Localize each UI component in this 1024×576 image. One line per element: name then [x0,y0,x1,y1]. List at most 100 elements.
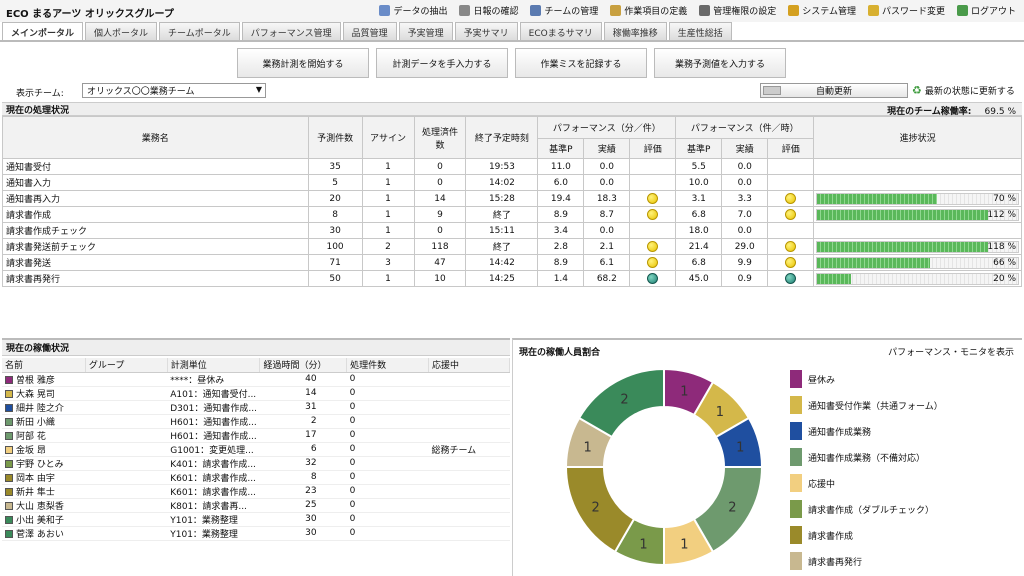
operator-group [85,386,168,401]
operator-name-text: 大山 恵梨香 [16,501,64,512]
operator-row[interactable]: 小出 美和子 Y101：業務整理 30 0 [2,512,510,527]
legend-label: 請求書作成 [808,531,854,542]
eval-hour [767,174,815,191]
auto-update-toggle[interactable]: 自動更新 [760,83,908,98]
team-select-value: オリックス〇〇業務チーム [87,87,195,97]
menu-item-3[interactable]: 作業項目の定義 [610,4,687,17]
operators-title: 現在の稼働状況 [6,344,70,354]
progress-percent: 70 % [993,193,1016,204]
export-icon [379,5,391,16]
tab-4[interactable]: 品質管理 [342,22,397,40]
tab-8[interactable]: 稼働率推移 [603,22,667,40]
manual-entry-button[interactable]: 計測データを手入力する [376,48,508,78]
menu-item-0[interactable]: データの抽出 [379,4,447,17]
operator-row[interactable]: 金坂 昂 G1001：変更処理... 6 0 総務チーム [2,442,510,457]
legend-label: 昼休み [808,375,836,386]
assign-count: 3 [361,254,415,271]
tab-9[interactable]: 生産性総括 [668,22,732,40]
operator-name: 小出 美和子 [2,512,86,527]
operator-count: 0 [346,372,429,387]
actual-perf-min: 6.1 [583,254,631,271]
processing-title: 現在の処理状況 [6,105,70,116]
actual-perf-hour: 0.9 [721,270,769,287]
progress-cell [813,222,1022,239]
base-perf-min: 8.9 [537,254,585,271]
progress-cell [813,158,1022,175]
tab-6[interactable]: 予実サマリ [454,22,518,40]
ops-col-0[interactable]: 名前 [2,358,86,373]
operator-row[interactable]: 新井 隼士 K601：請求書作成... 23 0 [2,484,510,499]
menu-item-7[interactable]: ログアウト [956,4,1016,17]
operator-group [85,442,168,457]
performance-monitor-link[interactable]: パフォーマンス・モニタを表示 [888,345,1014,358]
team-select[interactable]: オリックス〇〇業務チーム ▼ [82,83,266,98]
menu-item-5[interactable]: システム管理 [788,4,856,17]
operator-row[interactable]: 菅澤 あおい Y101：業務整理 30 0 [2,526,510,541]
smile-icon [647,193,659,204]
task-name: 通知書再入力 [2,190,309,207]
actual-perf-min: 2.1 [583,238,631,255]
operator-row[interactable]: 大森 晃司 A101：通知書受付... 14 0 [2,386,510,401]
menu-item-4[interactable]: 管理権限の設定 [699,4,776,17]
tab-5[interactable]: 予実管理 [398,22,453,40]
tab-0[interactable]: メインポータル [2,22,84,40]
ops-col-1[interactable]: グループ [85,358,168,373]
toggle-indicator [763,86,781,95]
operator-row[interactable]: 宇野 ひとみ K401：請求書作成... 32 0 [2,456,510,471]
operator-row[interactable]: 岡本 由宇 K601：請求書作成... 8 0 [2,470,510,485]
col-forecast: 予測件数 [307,116,363,159]
refresh-link[interactable]: ♻ 最新の状態に更新する [912,84,1015,97]
legend-item: 請求書再発行 [790,548,1014,574]
tab-1[interactable]: 個人ポータル [85,22,158,40]
ops-col-3[interactable]: 経過時間（分） [259,358,348,373]
calendar-icon [459,5,471,16]
operator-name-text: 岡本 由宇 [16,473,55,484]
task-name: 通知書入力 [2,174,309,191]
operator-group [85,400,168,415]
operator-row[interactable]: 大山 恵梨香 K801：請求書再... 25 0 [2,498,510,513]
task-name: 請求書発送 [2,254,309,271]
operator-row[interactable]: 曽根 雅彦 ****：昼休み 40 0 [2,372,510,387]
chevron-down-icon: ▼ [255,85,262,94]
tab-7[interactable]: ECOまるサマリ [519,22,602,40]
operator-row[interactable]: 新田 小織 H601：通知書作成... 2 0 [2,414,510,429]
table-row: 請求書作成 8 1 9 終了 8.9 8.7 6.8 7.0 112 % [2,206,1022,223]
menu-item-2[interactable]: チームの管理 [530,4,598,17]
operator-name: 大森 晃司 [2,386,86,401]
actual-perf-hour: 3.3 [721,190,769,207]
operator-elapsed: 8 [259,470,347,485]
frown-icon [647,273,659,284]
start-measurement-button[interactable]: 業務計測を開始する [237,48,369,78]
operator-unit: Y101：業務整理 [167,512,260,527]
menu-item-1[interactable]: 日報の確認 [459,4,518,17]
operator-name-text: 新田 小織 [16,417,55,428]
operator-row[interactable]: 細井 陸之介 D301：通知書作成... 31 0 [2,400,510,415]
operator-name-text: 曽根 雅彦 [16,375,55,386]
ops-col-4[interactable]: 処理件数 [346,358,429,373]
operator-row[interactable]: 阿部 花 H601：通知書作成... 17 0 [2,428,510,443]
operator-elapsed: 6 [259,442,347,457]
forecast-count: 71 [307,254,363,271]
record-error-button[interactable]: 作業ミスを記録する [515,48,647,78]
base-perf-hour: 5.5 [675,158,723,175]
col-actual-2: 実績 [721,138,769,159]
tab-3[interactable]: パフォーマンス管理 [241,22,341,40]
actual-perf-min: 0.0 [583,174,631,191]
slice-value-label: 1 [584,441,592,456]
team-label: 表示チーム: [16,89,64,99]
operator-unit: Y101：業務整理 [167,526,260,541]
actual-perf-min: 0.0 [583,158,631,175]
tab-2[interactable]: チームポータル [159,22,240,40]
progress-percent: 20 % [993,273,1016,284]
tab-bar: メインポータル 個人ポータル チームポータル パフォーマンス管理 品質管理 予実管理 予実サ… [0,22,1024,42]
ops-col-5[interactable]: 応援中 [428,358,511,373]
operator-elapsed: 30 [259,512,347,527]
operator-group [85,456,168,471]
table-row: 通知書入力 5 1 0 14:02 6.0 0.0 10.0 0.0 [2,174,1022,191]
operator-name-text: 金坂 昂 [16,445,46,456]
end-time: 15:11 [465,222,539,239]
ops-col-2[interactable]: 計測単位 [167,358,261,373]
menu-label: データの抽出 [393,7,448,17]
menu-item-6[interactable]: パスワード変更 [867,4,945,17]
enter-forecast-button[interactable]: 業務予測値を入力する [654,48,786,78]
